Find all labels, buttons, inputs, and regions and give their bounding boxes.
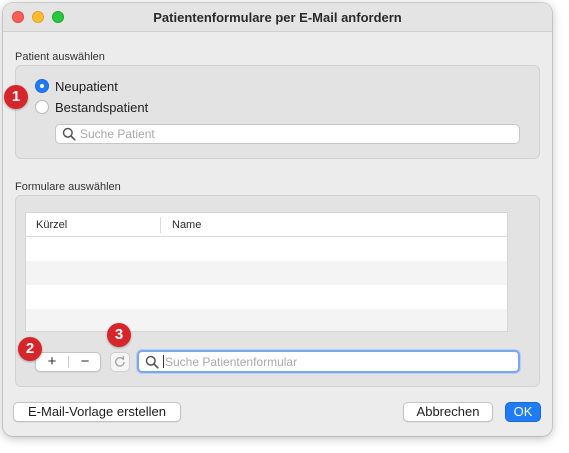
table-row[interactable] <box>26 309 507 331</box>
form-search-input[interactable] <box>165 353 518 370</box>
forms-table[interactable]: Kürzel Name <box>25 212 508 332</box>
radio-bestandspatient[interactable]: Bestandspatient <box>35 98 148 116</box>
create-email-template-button[interactable]: E-Mail-Vorlage erstellen <box>13 402 181 422</box>
cancel-button[interactable]: Abbrechen <box>403 402 493 422</box>
annotation-badge-1: 1 <box>4 85 28 109</box>
refresh-icon <box>115 355 125 367</box>
column-header-kuerzel[interactable]: Kürzel <box>36 219 67 231</box>
patient-section-label: Patient auswählen <box>15 51 105 63</box>
table-header: Kürzel Name <box>26 213 507 237</box>
radio-button-selected[interactable] <box>35 79 49 93</box>
dialog-window: Patientenformulare per E-Mail anfordern … <box>3 3 552 436</box>
search-icon <box>62 127 76 141</box>
form-search-field[interactable] <box>137 350 520 373</box>
radio-neupatient[interactable]: Neupatient <box>35 77 118 95</box>
patient-search-input[interactable] <box>80 126 519 142</box>
radio-button-unselected[interactable] <box>35 100 49 114</box>
table-row[interactable] <box>26 285 507 309</box>
add-remove-segmented-control: + − <box>35 352 101 372</box>
table-row[interactable] <box>26 237 507 261</box>
column-header-name[interactable]: Name <box>172 219 201 231</box>
column-divider <box>160 217 161 233</box>
search-icon <box>145 355 159 369</box>
title-bar: Patientenformulare per E-Mail anfordern <box>3 3 552 32</box>
table-row[interactable] <box>26 261 507 285</box>
refresh-button[interactable] <box>110 352 130 372</box>
text-caret <box>163 355 164 368</box>
add-form-button[interactable]: + <box>36 353 68 371</box>
annotation-badge-3: 3 <box>107 323 131 347</box>
ok-button[interactable]: OK <box>505 402 541 422</box>
radio-neupatient-label: Neupatient <box>55 78 118 94</box>
patient-search-field[interactable] <box>55 124 520 144</box>
remove-form-button[interactable]: − <box>69 353 101 371</box>
forms-section-label: Formulare auswählen <box>15 181 121 193</box>
radio-bestandspatient-label: Bestandspatient <box>55 99 149 115</box>
annotation-badge-2: 2 <box>18 337 42 361</box>
window-title: Patientenformulare per E-Mail anfordern <box>153 10 402 25</box>
